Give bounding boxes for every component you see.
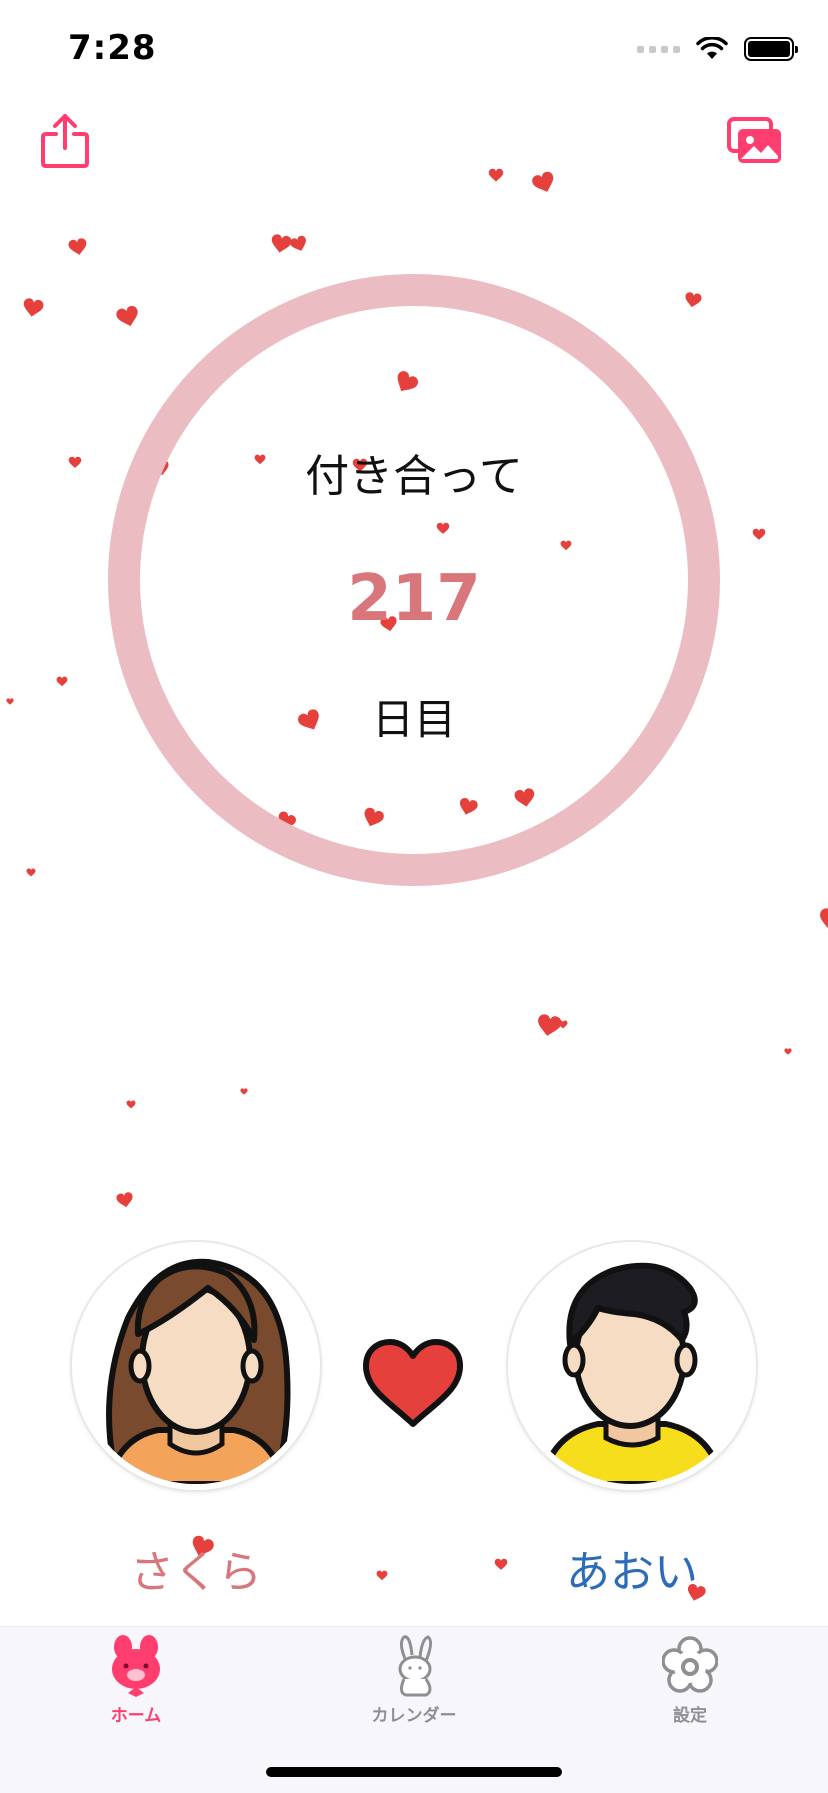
tab-calendar[interactable]: カレンダー [334, 1633, 494, 1726]
falling-heart-icon [26, 868, 36, 877]
partner-avatar-right[interactable] [508, 1242, 756, 1490]
falling-heart-icon [784, 1048, 792, 1055]
woman-avatar-icon [78, 1248, 314, 1484]
tab-calendar-label: カレンダー [371, 1706, 457, 1726]
tab-home[interactable]: ホーム [56, 1633, 216, 1726]
falling-heart-icon [494, 1558, 508, 1570]
falling-heart-icon [685, 292, 702, 308]
falling-heart-icon [820, 908, 828, 930]
partner-avatar-left[interactable] [72, 1242, 320, 1490]
falling-heart-icon [23, 298, 44, 317]
falling-heart-icon [68, 238, 87, 255]
together-label: 付き合って [305, 451, 523, 502]
falling-heart-icon [116, 1192, 133, 1208]
partner-name-left[interactable]: さくら [72, 1536, 320, 1600]
days-suffix: 日目 [371, 695, 456, 744]
rabbit-outline-icon [398, 1635, 433, 1697]
tab-settings-label: 設定 [673, 1706, 707, 1726]
days-count: 217 [347, 562, 481, 636]
home-indicator [266, 1767, 562, 1777]
falling-heart-icon [126, 1100, 136, 1109]
bunny-icon [112, 1635, 160, 1697]
tab-home-label: ホーム [110, 1706, 162, 1726]
falling-heart-icon [116, 306, 138, 327]
partner-name-right[interactable]: あおい [508, 1536, 756, 1600]
flower-gear-icon [662, 1636, 718, 1693]
man-avatar-icon [514, 1248, 750, 1484]
falling-heart-icon [376, 1570, 388, 1581]
falling-heart-icon [752, 528, 766, 540]
falling-heart-icon [558, 1020, 568, 1029]
falling-heart-icon [488, 168, 504, 182]
love-heart-icon [363, 1339, 463, 1427]
falling-heart-icon [532, 171, 554, 192]
falling-heart-icon [240, 1088, 248, 1095]
falling-hearts-layer [0, 0, 828, 1792]
tab-settings[interactable]: 設定 [610, 1633, 770, 1726]
